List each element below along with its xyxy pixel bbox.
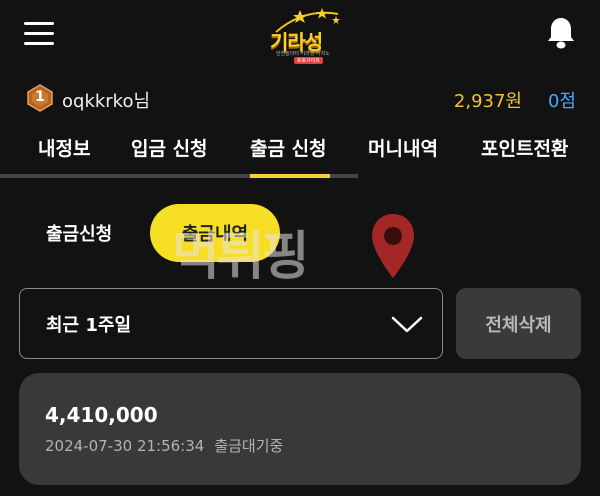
hamburger-menu-icon[interactable] bbox=[24, 22, 56, 46]
record-datetime: 2024-07-30 21:56:34 bbox=[45, 437, 205, 455]
tab-money-history[interactable]: 머니내역 bbox=[368, 134, 438, 161]
top-header: 기라성 안전놀이터 기라성 카지노 토토사이트 bbox=[0, 0, 600, 72]
sub-tabs: 출금신청 출금내역 bbox=[0, 204, 600, 264]
record-status: 출금대기중 bbox=[214, 437, 284, 455]
subtab-withdrawal-request[interactable]: 출금신청 bbox=[46, 220, 112, 246]
username: oqkkrko님 bbox=[62, 91, 151, 112]
logo-badge: 토토사이트 bbox=[294, 57, 324, 64]
rank-badge-icon: 1 bbox=[26, 84, 54, 112]
tab-withdrawal-request[interactable]: 출금 신청 bbox=[250, 134, 327, 161]
withdrawal-record-card[interactable]: 4,410,000 2024-07-30 21:56:34 출금대기중 bbox=[19, 373, 581, 485]
rank-number: 1 bbox=[35, 89, 45, 105]
logo-subtitle: 안전놀이터 기라성 카지노 bbox=[276, 51, 330, 57]
tab-deposit-request[interactable]: 입금 신청 bbox=[131, 134, 208, 161]
notification-bell-icon[interactable] bbox=[546, 16, 576, 50]
user-info-row: 1 oqkkrko님 2,937원 0점 bbox=[0, 80, 600, 116]
subtab-withdrawal-history[interactable]: 출금내역 bbox=[150, 204, 280, 262]
tab-my-info[interactable]: 내정보 bbox=[38, 134, 90, 161]
main-tabs: 내정보 입금 신청 출금 신청 머니내역 포인트전환 bbox=[0, 130, 600, 182]
delete-all-button[interactable]: 전체삭제 bbox=[456, 288, 581, 359]
period-select[interactable]: 최근 1주일 bbox=[19, 288, 443, 359]
balance-amount: 2,937원 bbox=[453, 91, 522, 112]
record-amount: 4,410,000 bbox=[45, 403, 158, 427]
tab-point-conversion[interactable]: 포인트전환 bbox=[481, 134, 568, 161]
tab-active-indicator bbox=[250, 174, 330, 178]
withdrawal-history-page: 기라성 안전놀이터 기라성 카지노 토토사이트 1 oqkkrko님 2,937… bbox=[0, 0, 600, 496]
record-meta: 2024-07-30 21:56:34 출금대기중 bbox=[45, 435, 283, 456]
chevron-down-icon bbox=[391, 316, 423, 333]
points-amount: 0점 bbox=[547, 91, 576, 112]
period-select-value: 최근 1주일 bbox=[46, 315, 132, 336]
site-logo[interactable]: 기라성 안전놀이터 기라성 카지노 토토사이트 bbox=[264, 6, 348, 64]
